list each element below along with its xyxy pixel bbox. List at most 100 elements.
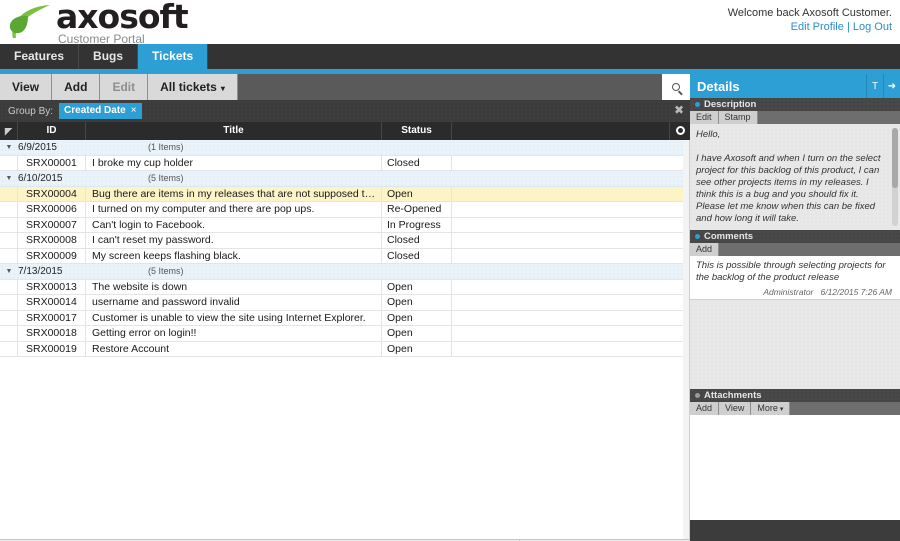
description-scrollbar-thumb[interactable]	[892, 128, 898, 188]
column-header-id[interactable]: ID	[18, 122, 86, 140]
group-header-row[interactable]: ▼7/13/2015(5 Items)	[0, 264, 689, 280]
group-collapse-triangle-icon[interactable]: ▼	[0, 144, 18, 151]
close-icon[interactable]: ×	[131, 103, 137, 119]
table-row[interactable]: SRX00004Bug there are items in my releas…	[0, 187, 689, 203]
row-handle[interactable]	[0, 187, 18, 202]
group-header-row[interactable]: ▼6/9/2015(1 Items)	[0, 140, 689, 156]
row-handle[interactable]	[0, 156, 18, 171]
column-header-title[interactable]: Title	[86, 122, 382, 140]
edit-button[interactable]: Edit	[100, 74, 148, 100]
table-row[interactable]: SRX00013The website is downOpen	[0, 280, 689, 296]
description-stamp-button[interactable]: Stamp	[719, 111, 758, 124]
row-handle[interactable]	[0, 311, 18, 326]
link-separator: |	[847, 21, 850, 33]
table-row[interactable]: SRX00008I can't reset my password.Closed	[0, 233, 689, 249]
cell-title: Bug there are items in my releases that …	[86, 187, 382, 202]
comments-section-header[interactable]: Comments	[690, 230, 900, 243]
cell-status: Open	[382, 187, 452, 202]
grid-vertical-scrollbar[interactable]	[683, 140, 689, 539]
text-format-icon[interactable]: T	[866, 74, 883, 98]
cell-status: Closed	[382, 249, 452, 264]
description-section-label: Description	[704, 99, 756, 110]
attachments-section-header[interactable]: Attachments	[690, 389, 900, 402]
description-body: Hello, I have Axosoft and when I turn on…	[690, 124, 900, 230]
group-by-chip[interactable]: Created Date ×	[59, 103, 142, 119]
comment-item[interactable]: This is possible through selecting proje…	[690, 256, 900, 299]
nav-tab-bugs[interactable]: Bugs	[79, 44, 138, 69]
cell-id: SRX00013	[18, 280, 86, 295]
attachments-body	[690, 415, 900, 520]
grid-rows-container: ▼6/9/2015(1 Items)SRX00001I broke my cup…	[0, 140, 689, 357]
grid-corner-icon[interactable]: ◤	[0, 122, 18, 140]
row-handle[interactable]	[0, 295, 18, 310]
cell-status: Re-Opened	[382, 202, 452, 217]
comments-add-button[interactable]: Add	[690, 243, 719, 256]
nav-tab-features[interactable]: Features	[0, 44, 79, 69]
table-row[interactable]: SRX00017Customer is unable to view the s…	[0, 311, 689, 327]
cell-status: Open	[382, 342, 452, 357]
description-edit-button[interactable]: Edit	[690, 111, 719, 124]
table-row[interactable]: SRX00009My screen keeps flashing black.C…	[0, 249, 689, 265]
main-navigation: Features Bugs Tickets	[0, 44, 900, 69]
group-collapse-triangle-icon[interactable]: ▼	[0, 268, 18, 275]
cell-title: The website is down	[86, 280, 382, 295]
search-icon	[672, 83, 680, 91]
chevron-down-icon: ▾	[221, 84, 225, 93]
group-bar-close-icon[interactable]: ✖	[674, 104, 684, 116]
toolbar-spacer	[238, 74, 662, 100]
cell-title: My screen keeps flashing black.	[86, 249, 382, 264]
cell-title: Getting error on login!!	[86, 326, 382, 341]
attachments-more-button[interactable]: More▾	[751, 402, 790, 415]
add-button[interactable]: Add	[52, 74, 100, 100]
comment-author: Administrator	[763, 287, 813, 297]
attachments-add-button[interactable]: Add	[690, 402, 719, 415]
cell-extra	[452, 249, 689, 264]
table-row[interactable]: SRX00001I broke my cup holderClosed	[0, 156, 689, 172]
table-row[interactable]: SRX00007Can't login to Facebook.In Progr…	[0, 218, 689, 234]
column-header-status[interactable]: Status	[382, 122, 452, 140]
row-handle[interactable]	[0, 202, 18, 217]
all-tickets-filter-button[interactable]: All tickets▾	[148, 74, 238, 100]
brand-name: axosoft	[56, 2, 188, 32]
expand-arrow-icon[interactable]: ➜	[883, 74, 900, 98]
description-scrollbar[interactable]	[892, 128, 898, 226]
group-by-bar: Group By: Created Date × ✖	[0, 100, 690, 122]
table-row[interactable]: SRX00014username and password invalidOpe…	[0, 295, 689, 311]
attachments-view-button[interactable]: View	[719, 402, 751, 415]
cell-id: SRX00004	[18, 187, 86, 202]
column-header-extra[interactable]	[452, 122, 670, 140]
edit-profile-link[interactable]: Edit Profile	[791, 21, 844, 33]
nav-tab-tickets[interactable]: Tickets	[138, 44, 208, 69]
comments-toolbar: Add	[690, 243, 900, 256]
cell-status: Closed	[382, 233, 452, 248]
cell-title: Customer is unable to view the site usin…	[86, 311, 382, 326]
group-header-row[interactable]: ▼6/10/2015(5 Items)	[0, 171, 689, 187]
gear-icon	[676, 126, 685, 135]
log-out-link[interactable]: Log Out	[853, 21, 892, 33]
cell-title: I turned on my computer and there are po…	[86, 202, 382, 217]
cell-id: SRX00001	[18, 156, 86, 171]
cell-id: SRX00017	[18, 311, 86, 326]
description-section-header[interactable]: Description	[690, 98, 900, 111]
view-button[interactable]: View	[0, 74, 52, 100]
row-handle[interactable]	[0, 280, 18, 295]
row-handle[interactable]	[0, 342, 18, 357]
row-handle[interactable]	[0, 233, 18, 248]
row-handle[interactable]	[0, 249, 18, 264]
row-handle[interactable]	[0, 326, 18, 341]
cell-extra	[452, 218, 689, 233]
details-header: Details T ➜	[690, 74, 900, 98]
table-row[interactable]: SRX00019Restore AccountOpen	[0, 342, 689, 358]
cell-title: I broke my cup holder	[86, 156, 382, 171]
description-toolbar: Edit Stamp	[690, 111, 900, 124]
row-handle[interactable]	[0, 218, 18, 233]
group-collapse-triangle-icon[interactable]: ▼	[0, 175, 18, 182]
search-button[interactable]	[662, 74, 690, 100]
grid-toolbar: View Add Edit All tickets▾	[0, 74, 690, 100]
table-row[interactable]: SRX00006I turned on my computer and ther…	[0, 202, 689, 218]
grid-settings-button[interactable]	[670, 122, 690, 140]
cell-id: SRX00006	[18, 202, 86, 217]
comment-timestamp: 6/12/2015 7:26 AM	[820, 287, 892, 297]
table-row[interactable]: SRX00018Getting error on login!!Open	[0, 326, 689, 342]
cell-title: Restore Account	[86, 342, 382, 357]
